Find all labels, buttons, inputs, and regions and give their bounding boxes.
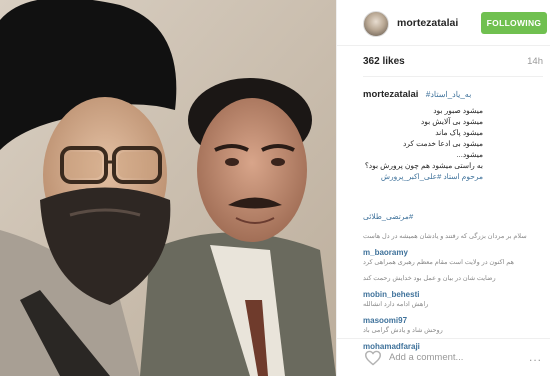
caption: mortezatalai #به_یاد_استاد میشود صبور بو… [363,84,543,182]
post-time: 14h [527,56,543,67]
likes-row: 362 likes 14h [363,56,543,72]
avatar[interactable] [363,11,389,37]
comment-username[interactable]: mobin_behesti [363,290,543,300]
ellipsis-icon[interactable]: ... [529,350,542,364]
heart-outline-icon[interactable] [364,350,382,366]
add-comment-input[interactable]: Add a comment... [389,352,463,363]
comment-item: سلام بر مردان بزرگی که رفتند و یادشان هم… [363,232,543,241]
caption-line: میشود بی آلایش بود [420,117,483,126]
comment-text: سلام بر مردان بزرگی که رفتند و یادشان هم… [363,233,527,240]
comment-text: راهش ادامه دارد انشالله [363,301,429,308]
comment-item: masoomi97 روحش شاد و یادش گرامی باد [363,316,543,335]
comment-text: روحش شاد و یادش گرامی باد [363,327,443,334]
photo-illustration [0,0,336,376]
caption-username[interactable]: mortezatalai [363,89,418,100]
post-side-panel: mortezatalai FOLLOWING 362 likes 14h mor… [336,0,550,376]
post-header: mortezatalai FOLLOWING [337,0,550,46]
divider [363,76,543,77]
caption-signature-hashtag[interactable]: #مرتضی_طلائی [363,212,413,221]
comment-text: هم اکنون در ولایت است مقام معظم رهبری هم… [363,259,514,266]
caption-line: میشود صبور بود [433,106,483,115]
caption-hashtag[interactable]: #به_یاد_استاد [426,90,471,99]
comment-item: رضایت شان در بیان و عمل بود خدایش رحمت ک… [363,274,543,283]
caption-line: میشود... [456,150,483,159]
comment-username[interactable]: m_baoramy [363,248,543,258]
likes-count[interactable]: 362 likes [363,56,405,67]
caption-line: میشود بی ادعا خدمت کرد [402,139,483,148]
post-footer: Add a comment... ... [337,338,550,376]
header-username[interactable]: mortezatalai [397,17,458,29]
caption-line-link[interactable]: مرحوم استاد #علی_اکبر_پرورش [363,171,483,182]
comment-username[interactable]: masoomi97 [363,316,543,326]
caption-lines: میشود صبور بود میشود بی آلایش بود میشود … [363,105,483,182]
post-photo[interactable] [0,0,336,376]
caption-line: به راستی میشود هم چون پرورش بود؟ [364,161,483,170]
comment-text: رضایت شان در بیان و عمل بود خدایش رحمت ک… [363,275,496,282]
comment-item: m_baoramy هم اکنون در ولایت است مقام معظ… [363,248,543,267]
following-button[interactable]: FOLLOWING [481,12,547,34]
comment-item: mobin_behesti راهش ادامه دارد انشالله [363,290,543,309]
caption-line: میشود پاک ماند [435,128,483,137]
